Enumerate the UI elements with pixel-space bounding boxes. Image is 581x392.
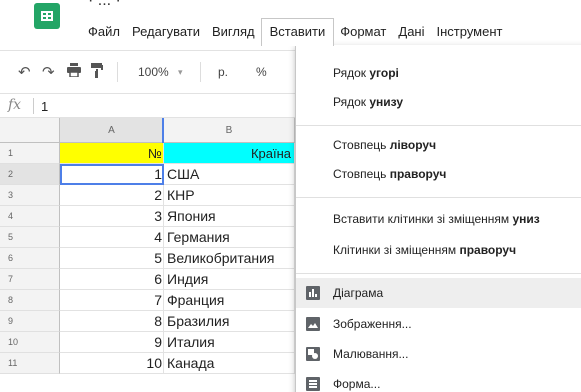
menu-separator xyxy=(296,273,581,274)
header-cell-a[interactable]: № xyxy=(60,143,164,164)
cell-a[interactable]: 6 xyxy=(60,269,164,290)
cell-a[interactable]: 10 xyxy=(60,353,164,374)
formula-input[interactable]: 1 xyxy=(41,99,48,114)
zoom-dropdown-arrow-icon[interactable]: ▾ xyxy=(178,67,183,78)
cell-b[interactable]: Франция xyxy=(164,290,295,311)
image-icon xyxy=(306,317,320,331)
column-header-b[interactable]: B xyxy=(164,118,295,143)
row-header[interactable]: 2 xyxy=(0,164,60,185)
menu-view[interactable]: Вигляд xyxy=(206,18,261,46)
redo-icon[interactable]: ↷ xyxy=(42,63,55,81)
insert-image[interactable]: Зображення... xyxy=(296,309,581,339)
insert-column-left[interactable]: Стовпець ліворуч xyxy=(296,130,581,160)
menu-edit[interactable]: Редагувати xyxy=(126,18,206,46)
insert-menu-dropdown: Рядок угорі Рядок унизу Стовпець ліворуч… xyxy=(295,45,581,392)
menu-separator xyxy=(296,197,581,198)
cell-b[interactable]: Бразилия xyxy=(164,311,295,332)
cell-b[interactable]: Италия xyxy=(164,332,295,353)
insert-cells-shift-right[interactable]: Клітинки зі зміщенням праворуч xyxy=(296,235,581,265)
row-header[interactable]: 5 xyxy=(0,227,60,248)
form-icon xyxy=(306,377,320,391)
row-header[interactable]: 10 xyxy=(0,332,60,353)
insert-drawing[interactable]: Малювання... xyxy=(296,339,581,369)
insert-cells-shift-down[interactable]: Вставити клітинки зі зміщенням униз xyxy=(296,204,581,234)
row-header[interactable]: 7 xyxy=(0,269,60,290)
cell-b[interactable]: Великобритания xyxy=(164,248,295,269)
row-header[interactable]: 4 xyxy=(0,206,60,227)
cell-a[interactable]: 4 xyxy=(60,227,164,248)
menu-file[interactable]: Файл xyxy=(82,18,126,46)
document-title[interactable]: · ... · xyxy=(88,0,121,10)
header-cell-b[interactable]: Країна xyxy=(164,143,295,164)
cell-a[interactable]: 8 xyxy=(60,311,164,332)
menu-format[interactable]: Формат xyxy=(334,18,392,46)
toolbar-divider xyxy=(117,62,118,82)
cell-b[interactable]: КНР xyxy=(164,185,295,206)
row-header[interactable]: 6 xyxy=(0,248,60,269)
undo-icon[interactable]: ↶ xyxy=(18,63,31,81)
sheets-logo-icon[interactable] xyxy=(34,3,60,29)
select-all-corner[interactable] xyxy=(0,118,60,143)
insert-row-above[interactable]: Рядок угорі xyxy=(296,58,581,88)
formula-divider xyxy=(33,98,34,114)
toolbar-divider xyxy=(200,62,201,82)
fx-icon: fx xyxy=(8,97,22,113)
cell-b[interactable]: США xyxy=(164,164,295,185)
cell-a[interactable]: 1 xyxy=(60,164,164,185)
paint-format-icon[interactable] xyxy=(91,63,103,82)
cell-b[interactable]: Япония xyxy=(164,206,295,227)
cell-b[interactable]: Германия xyxy=(164,227,295,248)
menu-separator xyxy=(296,125,581,126)
cell-a[interactable]: 2 xyxy=(60,185,164,206)
row-header[interactable]: 1 xyxy=(0,143,60,164)
currency-format-button[interactable]: р. xyxy=(218,65,228,79)
insert-chart[interactable]: Діаграма xyxy=(296,278,581,308)
print-icon[interactable] xyxy=(66,63,82,81)
insert-column-right[interactable]: Стовпець праворуч xyxy=(296,159,581,189)
cell-b[interactable]: Индия xyxy=(164,269,295,290)
cell-a[interactable]: 3 xyxy=(60,206,164,227)
column-header-a[interactable]: A xyxy=(60,118,164,143)
cell-a[interactable]: 9 xyxy=(60,332,164,353)
row-header[interactable]: 11 xyxy=(0,353,60,374)
menu-tools[interactable]: Інструмент xyxy=(431,18,509,46)
row-header[interactable]: 9 xyxy=(0,311,60,332)
insert-form[interactable]: Форма... xyxy=(296,369,581,392)
row-header[interactable]: 8 xyxy=(0,290,60,311)
cell-a[interactable]: 7 xyxy=(60,290,164,311)
menu-data[interactable]: Дані xyxy=(392,18,430,46)
drawing-icon xyxy=(306,347,320,361)
cell-b[interactable]: Канада xyxy=(164,353,295,374)
row-header[interactable]: 3 xyxy=(0,185,60,206)
chart-icon xyxy=(306,286,320,300)
menu-insert[interactable]: Вставити xyxy=(260,18,335,46)
zoom-select[interactable]: 100% xyxy=(138,65,169,79)
cell-a[interactable]: 5 xyxy=(60,248,164,269)
percent-format-button[interactable]: % xyxy=(256,65,267,79)
insert-row-below[interactable]: Рядок унизу xyxy=(296,87,581,117)
menubar: Файл Редагувати Вигляд Вставити Формат Д… xyxy=(82,18,508,46)
